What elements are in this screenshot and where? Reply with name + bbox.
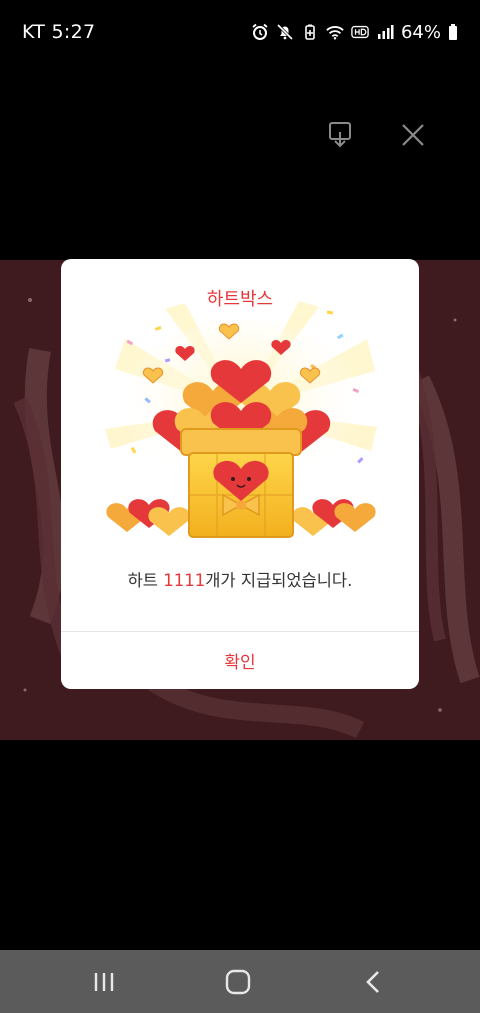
heartbox-dialog: 하트박스 하트 1111개가 지급되었습니다. 확인 — [61, 259, 419, 689]
battery-percent: 64% — [400, 21, 441, 43]
confirm-button[interactable]: 확인 — [61, 632, 419, 689]
heart-count: 1111 — [163, 571, 206, 590]
home-icon[interactable] — [221, 966, 255, 998]
dialog-message: 하트 1111개가 지급되었습니다. — [61, 567, 419, 591]
message-suffix: 개가 지급되었습니다. — [205, 571, 353, 590]
clock-time: 5:27 — [51, 21, 96, 43]
download-icon[interactable] — [326, 120, 356, 150]
wifi-icon — [326, 26, 344, 40]
message-prefix: 하트 — [127, 571, 164, 590]
status-bar: KT 5:27 64% — [0, 0, 480, 64]
status-left: KT 5:27 — [22, 21, 95, 43]
carrier-label: KT — [22, 21, 46, 43]
mute-icon — [276, 23, 294, 41]
hd-icon — [351, 25, 369, 39]
close-icon[interactable] — [398, 120, 428, 150]
status-right: 64% — [251, 21, 458, 43]
heart-gift-box-illustration — [105, 301, 377, 538]
navigation-bar — [0, 950, 480, 1013]
alarm-icon — [252, 23, 268, 40]
signal-icon — [377, 25, 394, 39]
battery-icon — [449, 24, 457, 40]
battery-saver-icon — [305, 24, 315, 40]
recents-icon[interactable] — [87, 966, 121, 998]
back-icon[interactable] — [357, 966, 391, 998]
